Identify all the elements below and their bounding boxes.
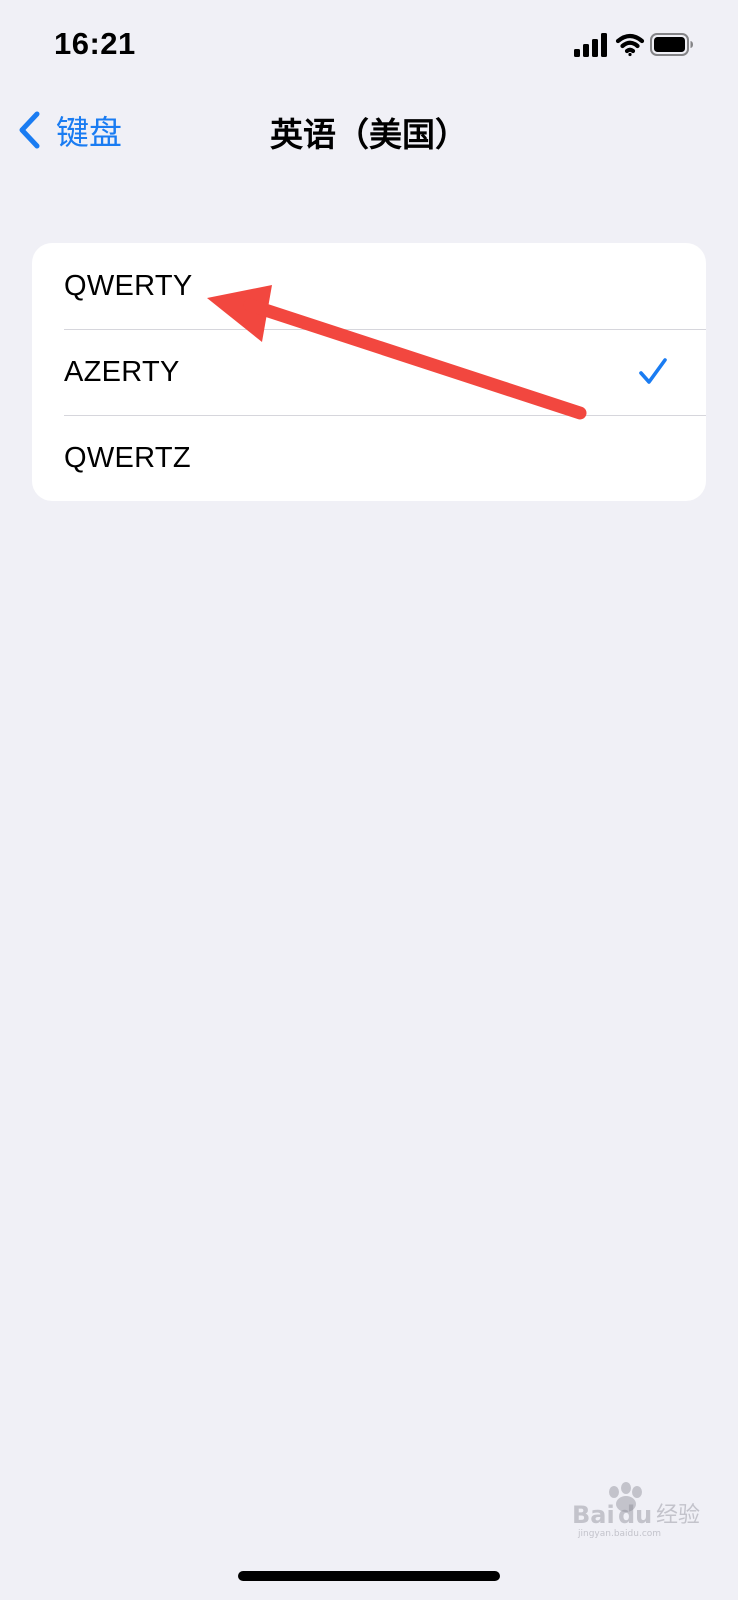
battery-icon: [650, 33, 693, 56]
svg-text:经验: 经验: [656, 1503, 700, 1528]
keyboard-layout-list: QWERTY AZERTY QWERTZ: [32, 243, 706, 501]
svg-text:Bai: Bai: [572, 1501, 615, 1529]
option-label: QWERTY: [64, 269, 193, 302]
status-bar: 16:21: [0, 0, 738, 90]
checkmark-icon: [639, 358, 667, 384]
status-icons: [574, 33, 693, 57]
baidu-paw-logo-icon: Bai du 经验 jingyan.baidu.com: [572, 1482, 700, 1539]
option-azerty[interactable]: AZERTY: [32, 329, 706, 415]
red-arrow-annotation: [207, 285, 587, 420]
svg-text:jingyan.baidu.com: jingyan.baidu.com: [577, 1529, 661, 1538]
wifi-icon: [615, 33, 645, 57]
option-label: QWERTZ: [64, 441, 191, 474]
page-title: 英语（美国）: [270, 115, 468, 154]
navigation-bar: 键盘 英语（美国）: [0, 90, 738, 170]
status-time: 16:21: [54, 26, 136, 61]
cellular-signal-icon: [574, 33, 607, 57]
option-qwerty[interactable]: QWERTY: [32, 243, 706, 329]
home-indicator[interactable]: [238, 1571, 500, 1581]
baidu-watermark: Bai du 经验 jingyan.baidu.com: [570, 1478, 720, 1539]
option-qwertz[interactable]: QWERTZ: [32, 415, 706, 501]
option-label: AZERTY: [64, 355, 180, 388]
svg-text:du: du: [618, 1501, 652, 1529]
